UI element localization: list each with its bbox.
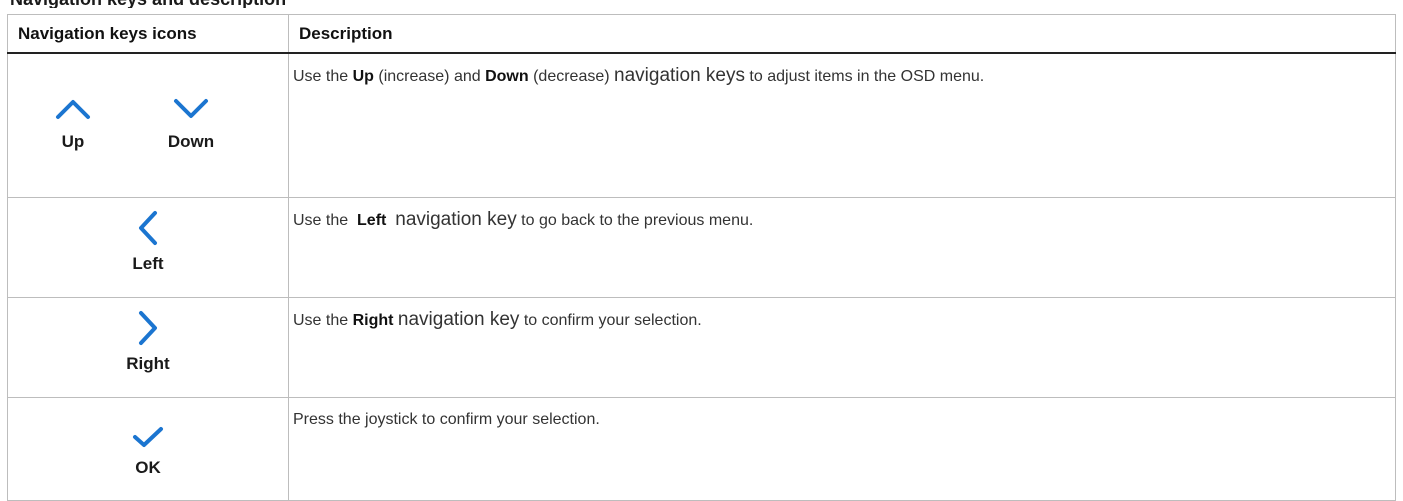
left-term: Left — [357, 212, 387, 229]
clipped-heading: Navigation keys and description — [0, 0, 1403, 8]
chevron-down-icon — [174, 99, 208, 118]
table-row: Right Use the Right navigation key to co… — [7, 297, 1396, 398]
right-term: Right — [352, 312, 394, 329]
up-term: Up — [352, 68, 374, 85]
up-label: Up — [61, 132, 85, 151]
icon-cell-right: Right — [7, 297, 289, 398]
icon-cell-ok: OK — [7, 397, 289, 501]
left-key: Left — [118, 210, 178, 274]
down-key: Down — [156, 98, 226, 152]
table-row: Up Down Use the Up (increase) and Down (… — [7, 52, 1396, 198]
table-row: Left Use the Left navigation key to go b… — [7, 197, 1396, 298]
navigation-keys-table: Navigation keys icons Description Up Dow… — [7, 14, 1396, 501]
table-row: OK Press the joystick to confirm your se… — [7, 397, 1396, 501]
chevron-up-icon — [56, 100, 90, 119]
up-key: Up — [49, 98, 97, 152]
ok-key: OK — [118, 426, 178, 478]
description-ok: Press the joystick to confirm your selec… — [288, 397, 1396, 501]
down-label: Down — [167, 132, 215, 151]
header-description: Description — [288, 14, 1396, 54]
down-term: Down — [485, 68, 529, 85]
clipped-heading-text: Navigation keys and description — [10, 0, 286, 8]
header-icons: Navigation keys icons — [7, 14, 289, 54]
left-label: Left — [132, 254, 164, 273]
description-right: Use the Right navigation key to confirm … — [288, 297, 1396, 398]
ok-label: OK — [135, 458, 161, 477]
right-label: Right — [126, 354, 170, 373]
check-icon — [133, 427, 163, 447]
description-left: Use the Left navigation key to go back t… — [288, 197, 1396, 298]
table-header-row: Navigation keys icons Description — [7, 14, 1396, 54]
chevron-left-icon — [139, 211, 157, 245]
icon-cell-left: Left — [7, 197, 289, 298]
chevron-right-icon — [139, 311, 157, 345]
right-key: Right — [113, 310, 183, 374]
icon-cell-up-down: Up Down — [7, 52, 289, 198]
description-up-down: Use the Up (increase) and Down (decrease… — [288, 52, 1396, 198]
